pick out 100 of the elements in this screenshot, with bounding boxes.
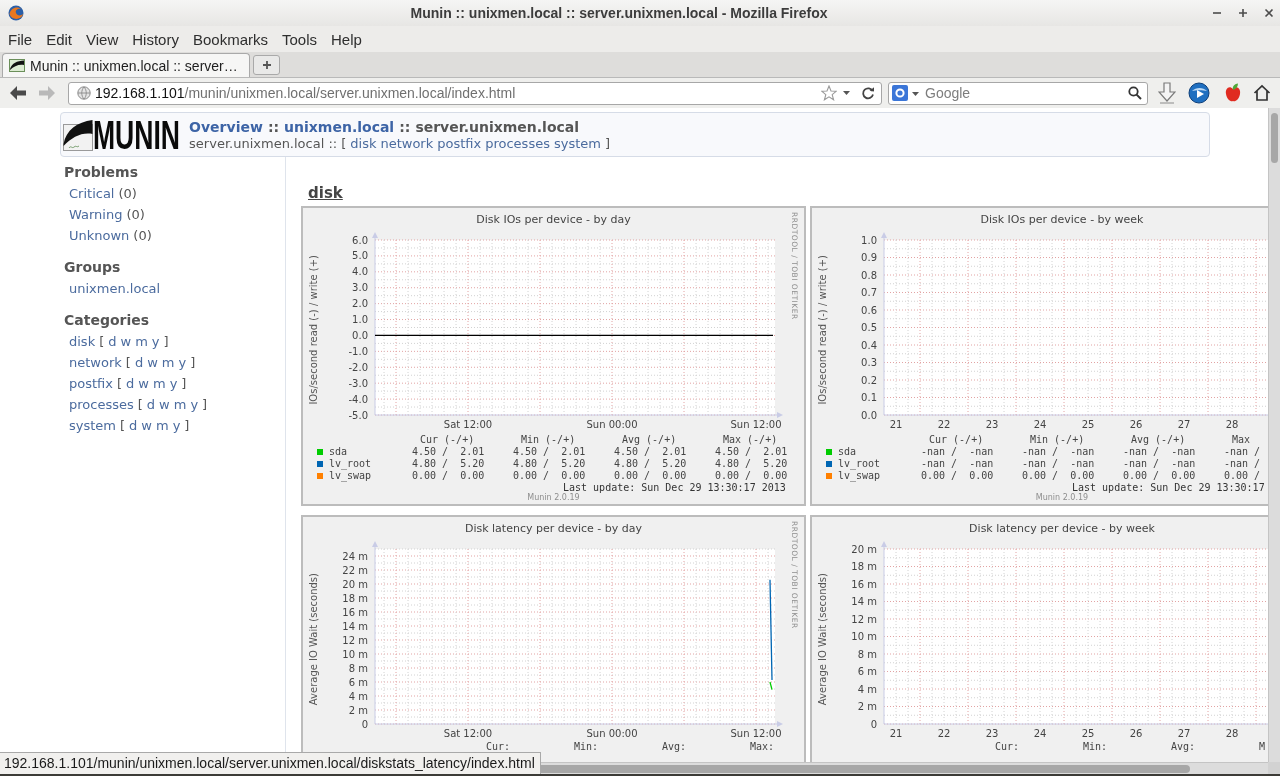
period-link[interactable]: m	[156, 415, 169, 436]
category-link[interactable]: network	[380, 135, 434, 152]
sidebar-link[interactable]: disk	[69, 331, 96, 352]
close-icon[interactable]	[1264, 8, 1274, 18]
sidebar-link[interactable]: Unknown	[69, 225, 130, 246]
x-tick-label: 28	[1225, 419, 1239, 430]
sidebar-heading: Groups	[64, 259, 121, 275]
dropdown-caret-icon[interactable]	[843, 91, 850, 95]
graph-panel[interactable]	[301, 206, 806, 506]
reload-icon[interactable]	[861, 86, 875, 100]
period-link[interactable]: m	[152, 373, 166, 394]
host-label: server.unixmen.local ::	[189, 135, 338, 152]
bracket-text: ]	[604, 135, 610, 152]
legend-column-header: Avg (-/+)	[622, 434, 677, 445]
period-link[interactable]: m	[161, 352, 175, 373]
menu-item[interactable]: Tools	[282, 30, 317, 48]
period-link[interactable]: d	[108, 331, 117, 352]
legend-column-header: M	[1259, 741, 1266, 752]
period-link[interactable]: y	[172, 415, 181, 436]
menu-item[interactable]: File	[8, 30, 33, 48]
x-tick-label: Sat 12:00	[443, 419, 493, 430]
plus-icon	[261, 60, 272, 70]
period-link[interactable]: w	[147, 352, 158, 373]
period-link[interactable]: m	[135, 331, 148, 352]
download-arrow-icon[interactable]	[1158, 82, 1176, 104]
legend-column-header: Min (-/+)	[521, 434, 576, 445]
y-tick-label: 0.8	[861, 269, 877, 281]
y-tick-label: 16 m	[851, 578, 877, 590]
sidebar-link[interactable]: system	[69, 415, 116, 436]
y-tick-label: 14 m	[342, 620, 368, 632]
play-disc-icon[interactable]	[1188, 82, 1210, 104]
y-tick-label: -4.0	[348, 393, 368, 405]
period-link[interactable]: m	[173, 394, 187, 415]
x-tick-label: 23	[985, 419, 999, 430]
bookmark-star-icon[interactable]	[821, 85, 837, 101]
period-link[interactable]: d	[129, 415, 138, 436]
period-link[interactable]: w	[159, 394, 170, 415]
vertical-scrollbar[interactable]	[1268, 108, 1280, 762]
menu-item[interactable]: View	[86, 30, 119, 48]
graph-panel[interactable]: Disk latency per device - by week Average IO Wait (seconds) 20 m 18 m 16 m 14 m 12 m 10 m 8 m 6 m 4 m 2 m 0 21 22 23 24 25 26 27 28 Cur: Min: Avg: M	[810, 515, 1268, 762]
category-link[interactable]: postfix	[437, 135, 482, 152]
sidebar-link[interactable]: postfix	[69, 373, 113, 394]
graph-title: Disk IOs per device - by week	[980, 213, 1144, 226]
menu-item[interactable]: Bookmarks	[192, 30, 268, 48]
period-link[interactable]: w	[120, 331, 132, 352]
period-link[interactable]: y	[190, 394, 199, 415]
legend-value: -nan / -nan	[1022, 458, 1095, 469]
bracket-text: ]	[202, 396, 208, 414]
x-tick-label: Sun 12:00	[730, 728, 782, 739]
home-icon[interactable]	[1253, 84, 1271, 102]
y-tick-label: 10 m	[851, 631, 877, 642]
legend-column-header: Min (-/+)	[1030, 434, 1085, 445]
sidebar-link[interactable]: network	[69, 352, 122, 373]
period-link[interactable]: y	[169, 373, 178, 394]
y-tick-label: 0	[361, 718, 368, 730]
y-tick-label: 0.2	[861, 374, 877, 386]
address-field[interactable]: 192.168.1.101/munin/unixmen.local/server.unixmen.local/index.html	[68, 81, 882, 105]
breadcrumb-link[interactable]: unixmen.local	[284, 117, 395, 136]
y-tick-label: 4 m	[857, 683, 877, 695]
period-link[interactable]: w	[138, 373, 149, 394]
graph-panel[interactable]	[810, 206, 1268, 506]
sidebar-link[interactable]: processes	[69, 394, 134, 415]
legend-value: 0.00 / 0.00	[921, 470, 994, 481]
search-icon[interactable]	[1128, 85, 1142, 100]
category-link[interactable]: processes	[485, 135, 550, 152]
scrollbar-thumb[interactable]	[1271, 113, 1278, 163]
legend-column-header: Cur:	[995, 741, 1020, 752]
legend-series-name: lv_swap	[838, 470, 881, 482]
y-axis-label: IOs/second read (-) / write (+)	[816, 255, 828, 405]
y-tick-label: 5.0	[352, 250, 368, 262]
category-link[interactable]: disk	[350, 135, 377, 152]
breadcrumb-link[interactable]: Overview	[189, 117, 263, 136]
category-link[interactable]: system	[553, 135, 601, 152]
y-tick-label: 0	[870, 718, 877, 730]
back-button[interactable]	[9, 85, 27, 101]
menu-item[interactable]: History	[132, 30, 179, 48]
search-field[interactable]: Google	[888, 81, 1148, 105]
legend-column-header: Cur:	[486, 741, 511, 752]
new-tab-button[interactable]	[253, 55, 280, 75]
section-heading-link[interactable]: disk	[308, 184, 343, 202]
maximize-icon[interactable]	[1238, 8, 1248, 18]
browser-tab[interactable]: Munin :: unixmen.local :: server…	[2, 53, 250, 77]
period-link[interactable]: w	[141, 415, 152, 436]
fruit-icon[interactable]	[1224, 83, 1242, 103]
wing-logo-icon	[63, 118, 93, 151]
dropdown-caret-icon[interactable]	[912, 91, 919, 96]
period-link[interactable]: y	[178, 352, 187, 373]
sidebar-link[interactable]: Critical	[69, 183, 115, 204]
version-text: Munin 2.0.19	[527, 493, 580, 502]
y-tick-label: 0.0	[861, 409, 877, 421]
menu-item[interactable]: Help	[331, 30, 362, 48]
legend-value: -nan / -nan	[1022, 446, 1095, 457]
sidebar-link[interactable]: Warning	[69, 204, 123, 225]
menu-item[interactable]: Edit	[46, 30, 73, 48]
period-link[interactable]: d	[134, 352, 144, 373]
sidebar-link[interactable]: unixmen.local	[69, 278, 161, 299]
problem-count: (0)	[126, 206, 145, 224]
period-link[interactable]: y	[151, 331, 160, 352]
period-link[interactable]: d	[126, 373, 135, 394]
period-link[interactable]: d	[146, 394, 156, 415]
